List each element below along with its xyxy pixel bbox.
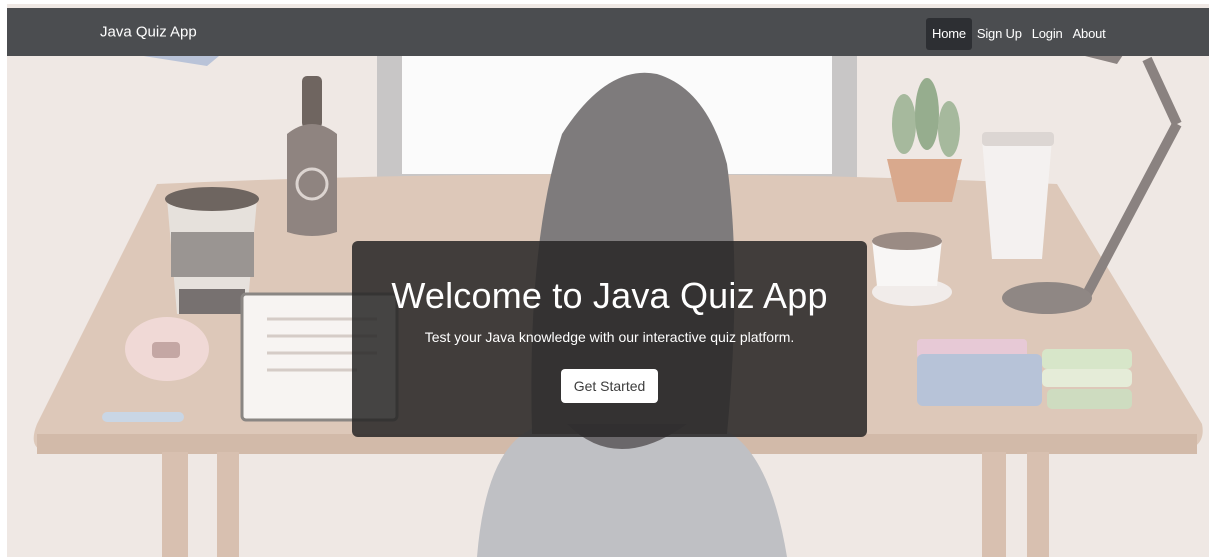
books-illustration bbox=[917, 339, 1132, 409]
nav-link-sign-up[interactable]: Sign Up bbox=[972, 18, 1027, 50]
nav-link-home[interactable]: Home bbox=[926, 18, 972, 50]
welcome-card: Welcome to Java Quiz App Test your Java … bbox=[352, 241, 867, 437]
tumbler-illustration bbox=[982, 139, 1052, 259]
page-frame: Java Quiz App Home Sign Up Login About W… bbox=[7, 4, 1209, 557]
nav-link-about[interactable]: About bbox=[1068, 18, 1111, 50]
brand-link[interactable]: Java Quiz App bbox=[100, 24, 197, 41]
nav-links: Home Sign Up Login About bbox=[926, 18, 1111, 50]
nav-link-login[interactable]: Login bbox=[1027, 18, 1068, 50]
welcome-title: Welcome to Java Quiz App bbox=[391, 275, 828, 316]
get-started-button[interactable]: Get Started bbox=[560, 369, 659, 403]
top-navbar: Java Quiz App Home Sign Up Login About bbox=[7, 8, 1209, 56]
welcome-subtitle: Test your Java knowledge with our intera… bbox=[424, 329, 795, 345]
